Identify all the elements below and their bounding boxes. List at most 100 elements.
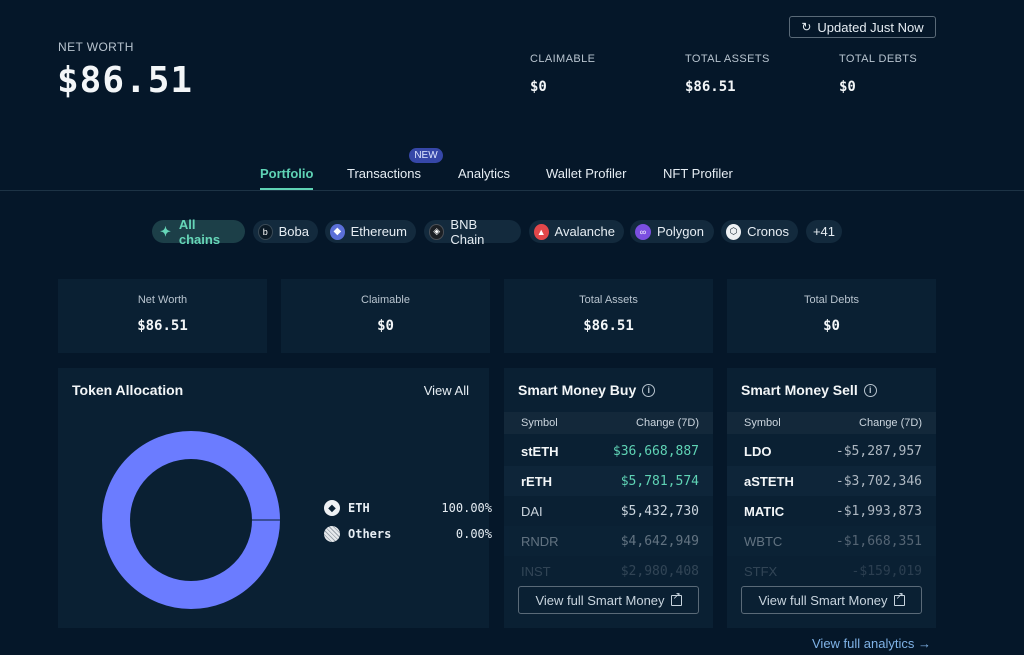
chain-more[interactable]: +41 (806, 220, 842, 243)
summary-card-net-worth: Net Worth $86.51 (58, 279, 267, 353)
chain-label: Boba (278, 224, 309, 239)
avalanche-icon: ▲ (534, 223, 549, 240)
view-all-link[interactable]: View All (424, 383, 469, 398)
row-change: -$159,019 (851, 564, 922, 579)
claimable-value: $0 (530, 79, 547, 95)
col-change: Change (7D) (859, 417, 922, 429)
tab-wallet-profiler[interactable]: Wallet Profiler (546, 166, 626, 181)
table-row[interactable]: MATIC -$1,993,873 (727, 496, 936, 526)
all-chains-icon: ✦ (159, 223, 171, 239)
chain-label: Avalanche (554, 224, 615, 239)
updated-button[interactable]: ↻ Updated Just Now (789, 16, 936, 38)
legend-name: ETH (348, 501, 370, 515)
cronos-icon: ⬡ (726, 223, 742, 240)
smart-money-sell-panel: Smart Money Sell i Symbol Change (7D) LD… (727, 368, 936, 628)
legend-row-others: Others 0.00% (324, 526, 492, 542)
row-change: -$1,993,873 (835, 504, 922, 519)
row-symbol: LDO (744, 444, 772, 459)
table-header: Symbol Change (7D) (504, 412, 713, 434)
chain-label: All chains (178, 216, 221, 247)
total-assets-stat: TOTAL ASSETS $86.51 (685, 53, 770, 95)
row-symbol: STFX (744, 564, 778, 579)
chain-label: BNB Chain (450, 216, 485, 247)
tab-transactions[interactable]: Transactions (347, 166, 421, 181)
table-row[interactable]: RNDR $4,642,949 (504, 526, 713, 556)
refresh-icon: ↻ (801, 20, 812, 34)
col-symbol: Symbol (521, 417, 558, 429)
polygon-icon: ∞ (635, 223, 651, 240)
chain-avalanche[interactable]: ▲ Avalanche (529, 220, 624, 243)
others-icon (324, 526, 340, 542)
title-text: Smart Money Buy (518, 382, 637, 398)
token-allocation-title: Token Allocation (72, 382, 184, 398)
table-row[interactable]: LDO -$5,287,957 (727, 436, 936, 466)
chain-label: Ethereum (350, 224, 407, 239)
table-row[interactable]: rETH $5,781,574 (504, 466, 713, 496)
external-link-icon (893, 591, 905, 606)
total-assets-label: TOTAL ASSETS (685, 53, 770, 65)
row-change: $5,781,574 (620, 474, 699, 489)
legend-name: Others (348, 527, 392, 541)
summary-card-total-assets: Total Assets $86.51 (504, 279, 713, 353)
table-header: Symbol Change (7D) (727, 412, 936, 434)
chain-cronos[interactable]: ⬡ Cronos (721, 220, 798, 243)
row-symbol: RNDR (521, 534, 559, 549)
tab-analytics[interactable]: Analytics (458, 166, 510, 181)
total-assets-value: $86.51 (685, 79, 736, 95)
table-row[interactable]: INST $2,980,408 (504, 556, 713, 586)
table-row[interactable]: stETH $36,668,887 (504, 436, 713, 466)
chain-bnb-chain[interactable]: ◈ BNB Chain (424, 217, 521, 247)
row-symbol: INST (521, 564, 551, 579)
view-full-analytics-link[interactable]: View full analytics → (812, 636, 931, 651)
new-badge: NEW (409, 148, 443, 163)
legend-row-eth: ◆ ETH 100.00% (324, 500, 492, 516)
chain-polygon[interactable]: ∞ Polygon (630, 220, 714, 243)
row-symbol: stETH (521, 444, 559, 459)
col-change: Change (7D) (636, 417, 699, 429)
row-change: $5,432,730 (620, 504, 699, 519)
table-row[interactable]: aSTETH -$3,702,346 (727, 466, 936, 496)
claimable-label: CLAIMABLE (530, 53, 596, 65)
table-row[interactable]: DAI $5,432,730 (504, 496, 713, 526)
updated-label: Updated Just Now (817, 19, 924, 35)
total-debts-value: $0 (839, 79, 856, 95)
token-allocation-panel: Token Allocation View All ◆ ETH 100.00% … (58, 368, 492, 628)
ethereum-icon: ◆ (324, 500, 340, 516)
chain-boba[interactable]: b Boba (253, 220, 318, 243)
summary-card-total-debts: Total Debts $0 (727, 279, 936, 353)
legend-pct: 0.00% (455, 527, 492, 541)
chain-label: Polygon (657, 224, 704, 239)
smart-money-buy-panel: Smart Money Buy i Symbol Change (7D) stE… (504, 368, 713, 628)
summary-card-claimable: Claimable $0 (281, 279, 490, 353)
row-change: -$3,702,346 (835, 474, 922, 489)
boba-icon: b (258, 223, 273, 240)
total-debts-stat: TOTAL DEBTS $0 (839, 53, 917, 95)
chain-all-chains[interactable]: ✦ All chains (152, 217, 245, 247)
view-full-smart-money-buy-button[interactable]: View full Smart Money (518, 586, 699, 614)
info-icon[interactable]: i (863, 383, 877, 397)
row-change: -$5,287,957 (835, 444, 922, 459)
table-row[interactable]: STFX -$159,019 (727, 556, 936, 586)
summary-label: Total Debts (803, 294, 860, 306)
row-symbol: DAI (521, 504, 543, 519)
row-change: $36,668,887 (612, 444, 699, 459)
view-full-smart-money-sell-button[interactable]: View full Smart Money (741, 586, 922, 614)
tab-nft-profiler[interactable]: NFT Profiler (663, 166, 733, 181)
summary-label: Claimable (361, 294, 410, 306)
table-row[interactable]: WBTC -$1,668,351 (727, 526, 936, 556)
smart-money-buy-title: Smart Money Buy i (518, 382, 656, 398)
info-icon[interactable]: i (642, 383, 656, 397)
summary-value: $86.51 (137, 318, 188, 334)
summary-label: Total Assets (579, 294, 638, 306)
smart-money-sell-title: Smart Money Sell i (741, 382, 877, 398)
row-symbol: MATIC (744, 504, 785, 519)
tab-portfolio[interactable]: Portfolio (260, 166, 313, 181)
tabs-divider (0, 190, 1024, 191)
row-symbol: rETH (521, 474, 553, 489)
total-debts-label: TOTAL DEBTS (839, 53, 918, 65)
external-link-icon (670, 591, 682, 606)
chain-ethereum[interactable]: ◆ Ethereum (325, 220, 416, 243)
summary-label: Net Worth (137, 294, 188, 306)
ethereum-icon: ◆ (330, 223, 345, 240)
row-change: $2,980,408 (620, 564, 699, 579)
